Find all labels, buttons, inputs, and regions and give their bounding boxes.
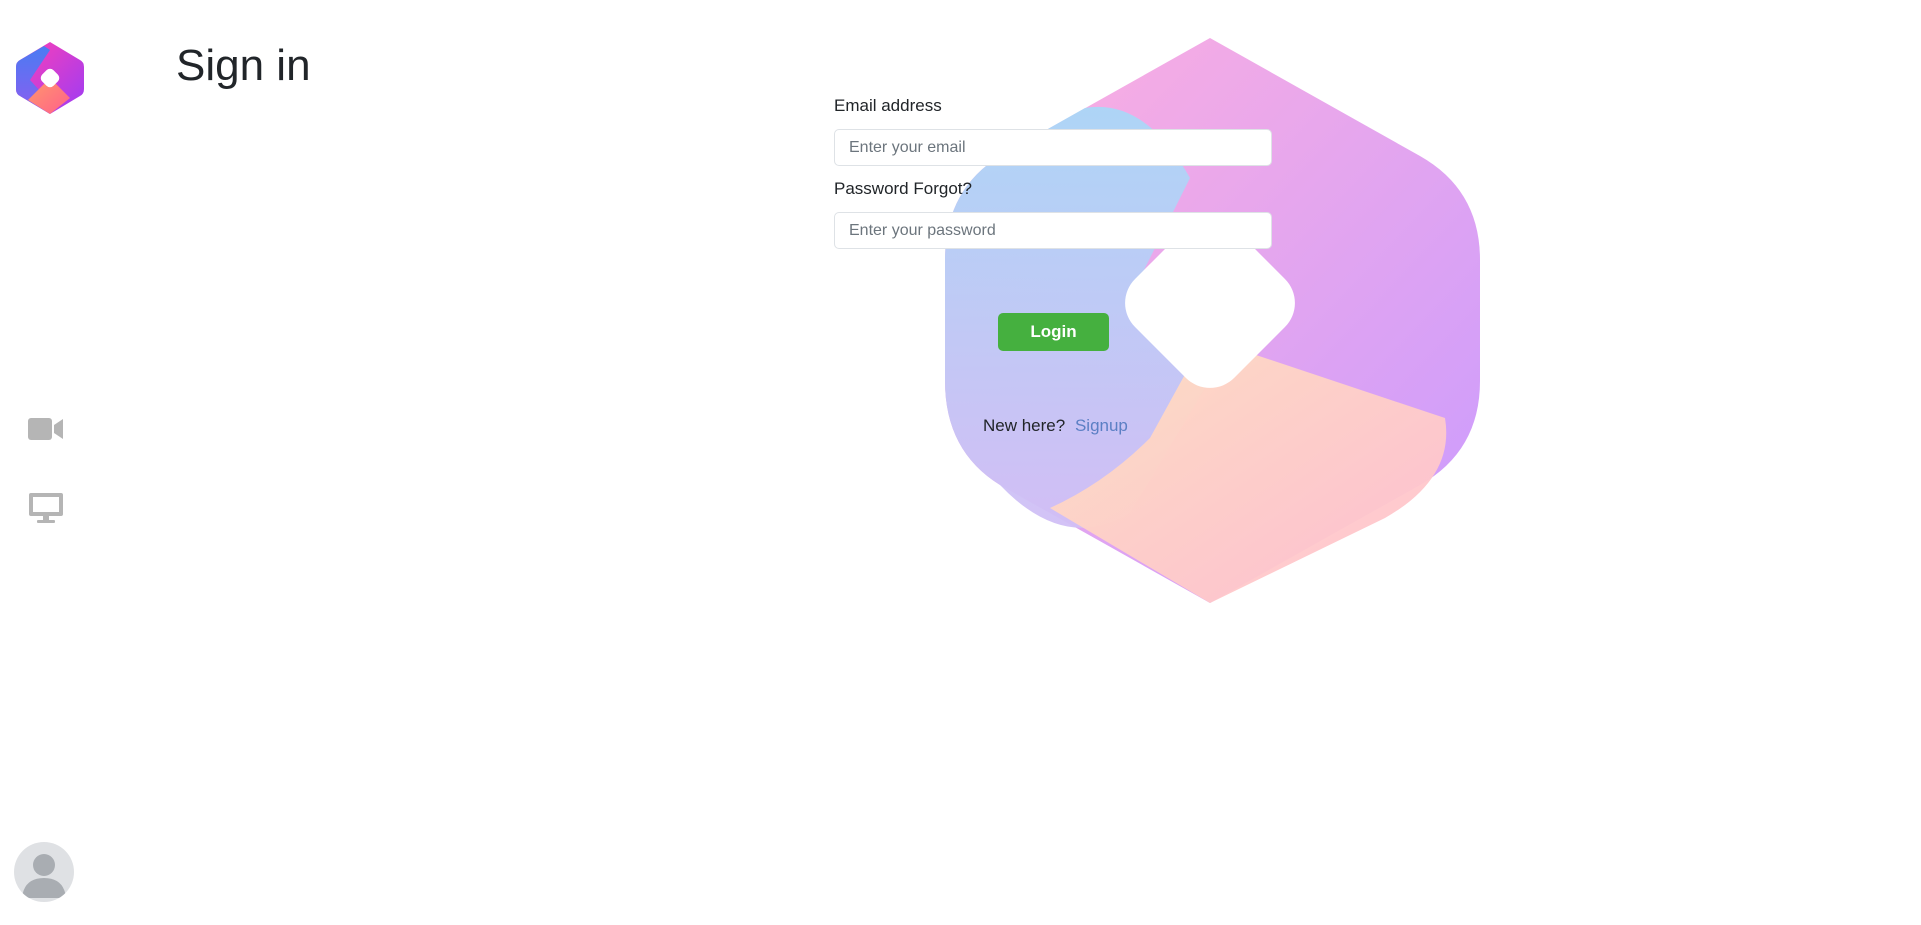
sidebar (0, 0, 100, 925)
app-logo-icon[interactable] (14, 40, 86, 116)
password-field[interactable] (834, 212, 1272, 249)
login-button[interactable]: Login (998, 313, 1109, 351)
page-title: Sign in (176, 41, 311, 90)
user-avatar-icon[interactable] (14, 842, 74, 902)
signup-prompt: New here? (983, 416, 1066, 435)
signup-link[interactable]: Signup (1075, 416, 1128, 435)
video-camera-icon[interactable] (26, 412, 66, 446)
sign-in-page: Sign in Email address Enter your email P… (0, 0, 1921, 925)
email-label: Email address (834, 96, 942, 115)
signup-row: New here? Signup (983, 416, 1128, 436)
monitor-icon[interactable] (26, 490, 66, 524)
email-field[interactable] (834, 129, 1272, 166)
password-label[interactable]: Password Forgot? (834, 179, 972, 199)
